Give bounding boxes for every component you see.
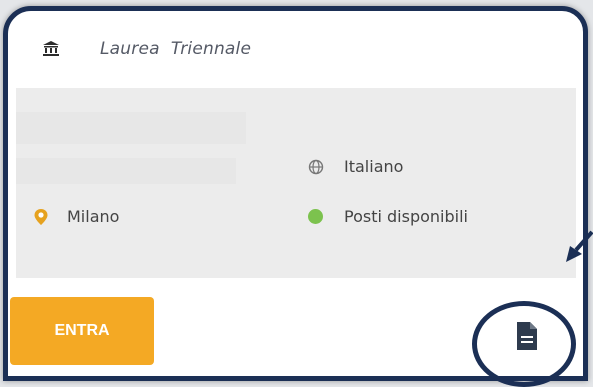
availability-info: Posti disponibili bbox=[308, 207, 468, 226]
globe-icon bbox=[308, 159, 324, 174]
location-label: Milano bbox=[67, 207, 120, 226]
map-pin-icon bbox=[34, 208, 48, 225]
document-icon[interactable] bbox=[515, 321, 539, 351]
green-dot-icon bbox=[308, 209, 323, 224]
location-info: Milano bbox=[33, 207, 119, 226]
course-title-row: Laurea Triennale bbox=[42, 39, 251, 59]
course-info-area bbox=[16, 88, 576, 278]
language-info: Italiano bbox=[308, 157, 403, 176]
bank-icon bbox=[43, 41, 59, 56]
degree-type: Laurea Triennale bbox=[100, 39, 252, 59]
language-label: Italiano bbox=[344, 157, 404, 176]
enter-button[interactable]: ENTRA bbox=[10, 297, 154, 365]
availability-label: Posti disponibili bbox=[344, 207, 468, 226]
